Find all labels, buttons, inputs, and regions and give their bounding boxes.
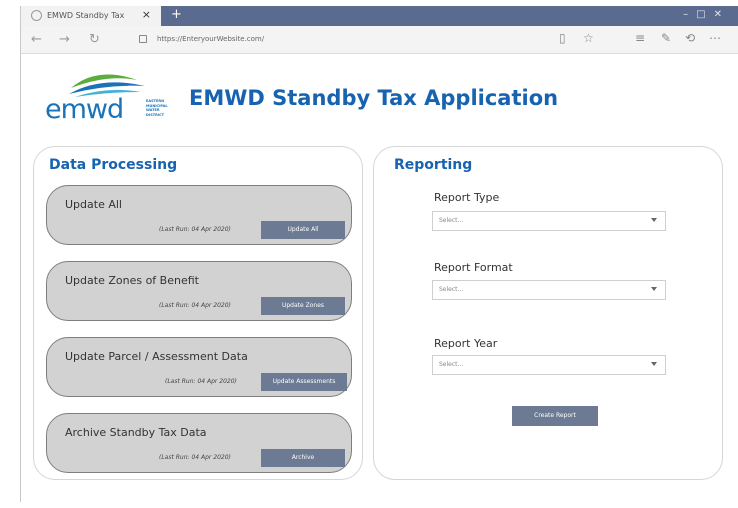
chevron-down-icon xyxy=(651,218,657,222)
page-content: emwd EASTERN MUNICIPAL WATER DISTRICT EM… xyxy=(21,54,738,502)
last-run-text: (Last Run: 04 Apr 2020) xyxy=(159,226,231,233)
update-assessments-button[interactable]: Update Assessments xyxy=(261,373,347,391)
refresh-icon[interactable]: ↻ xyxy=(89,32,100,47)
page-icon xyxy=(31,10,42,21)
process-card-archive: Archive Standby Tax Data (Last Run: 04 A… xyxy=(46,413,352,473)
last-run-text: (Last Run: 04 Apr 2020) xyxy=(159,302,231,309)
process-title: Archive Standby Tax Data xyxy=(65,426,207,439)
browser-window: EMWD Standby Tax × + –□✕ ← → ↻ https://E… xyxy=(20,6,738,502)
url-field[interactable]: https://EnteryourWebsite.com/ xyxy=(157,35,264,43)
chevron-down-icon xyxy=(651,362,657,366)
select-value: Select... xyxy=(439,217,464,224)
reporting-title: Reporting xyxy=(394,157,473,173)
chevron-down-icon xyxy=(651,287,657,291)
reading-view-icon[interactable]: ▯ xyxy=(559,31,566,45)
process-card-update-zones: Update Zones of Benefit (Last Run: 04 Ap… xyxy=(46,261,352,321)
report-type-label: Report Type xyxy=(434,191,500,204)
page-title: EMWD Standby Tax Application xyxy=(189,86,559,110)
report-format-label: Report Format xyxy=(434,261,513,274)
logo-waves-icon xyxy=(69,74,145,97)
forward-icon[interactable]: → xyxy=(59,32,70,47)
data-processing-panel: Data Processing Update All (Last Run: 04… xyxy=(33,146,363,480)
tab-title: EMWD Standby Tax xyxy=(47,11,125,20)
process-title: Update All xyxy=(65,198,122,211)
archive-button[interactable]: Archive xyxy=(261,449,345,467)
process-card-update-assessments: Update Parcel / Assessment Data (Last Ru… xyxy=(46,337,352,397)
logo-wordmark: emwd xyxy=(45,94,124,125)
update-all-button[interactable]: Update All xyxy=(261,221,345,239)
process-card-update-all: Update All (Last Run: 04 Apr 2020) Updat… xyxy=(46,185,352,245)
window-controls[interactable]: –□✕ xyxy=(683,9,730,20)
last-run-text: (Last Run: 04 Apr 2020) xyxy=(165,378,237,385)
process-title: Update Parcel / Assessment Data xyxy=(65,350,248,363)
emwd-logo: emwd EASTERN MUNICIPAL WATER DISTRICT xyxy=(45,64,175,125)
new-tab-icon[interactable]: + xyxy=(171,7,182,22)
data-processing-title: Data Processing xyxy=(49,157,178,173)
browser-tab[interactable]: EMWD Standby Tax × xyxy=(21,6,161,26)
create-report-button[interactable]: Create Report xyxy=(512,406,598,426)
address-bar: ← → ↻ https://EnteryourWebsite.com/ ▯ ☆ … xyxy=(21,26,738,54)
notes-icon[interactable]: ✎ xyxy=(661,31,671,45)
report-type-select[interactable]: Select... xyxy=(432,211,666,231)
close-tab-icon[interactable]: × xyxy=(142,8,151,21)
report-year-label: Report Year xyxy=(434,337,498,350)
select-value: Select... xyxy=(439,361,464,368)
share-icon[interactable]: ⟲ xyxy=(685,31,695,45)
process-title: Update Zones of Benefit xyxy=(65,274,199,287)
last-run-text: (Last Run: 04 Apr 2020) xyxy=(159,454,231,461)
tab-bar: EMWD Standby Tax × + –□✕ xyxy=(21,6,738,26)
hub-icon[interactable]: ≡ xyxy=(635,31,645,45)
select-value: Select... xyxy=(439,286,464,293)
update-zones-button[interactable]: Update Zones xyxy=(261,297,345,315)
more-icon[interactable]: ⋯ xyxy=(709,31,721,45)
report-year-select[interactable]: Select... xyxy=(432,355,666,375)
favorite-star-icon[interactable]: ☆ xyxy=(583,31,594,45)
reporting-panel: Reporting Report Type Select... Report F… xyxy=(373,146,723,480)
logo-subtitle: EASTERN MUNICIPAL WATER DISTRICT xyxy=(146,99,168,117)
back-icon[interactable]: ← xyxy=(31,32,42,47)
report-format-select[interactable]: Select... xyxy=(432,280,666,300)
lock-icon xyxy=(139,35,147,43)
